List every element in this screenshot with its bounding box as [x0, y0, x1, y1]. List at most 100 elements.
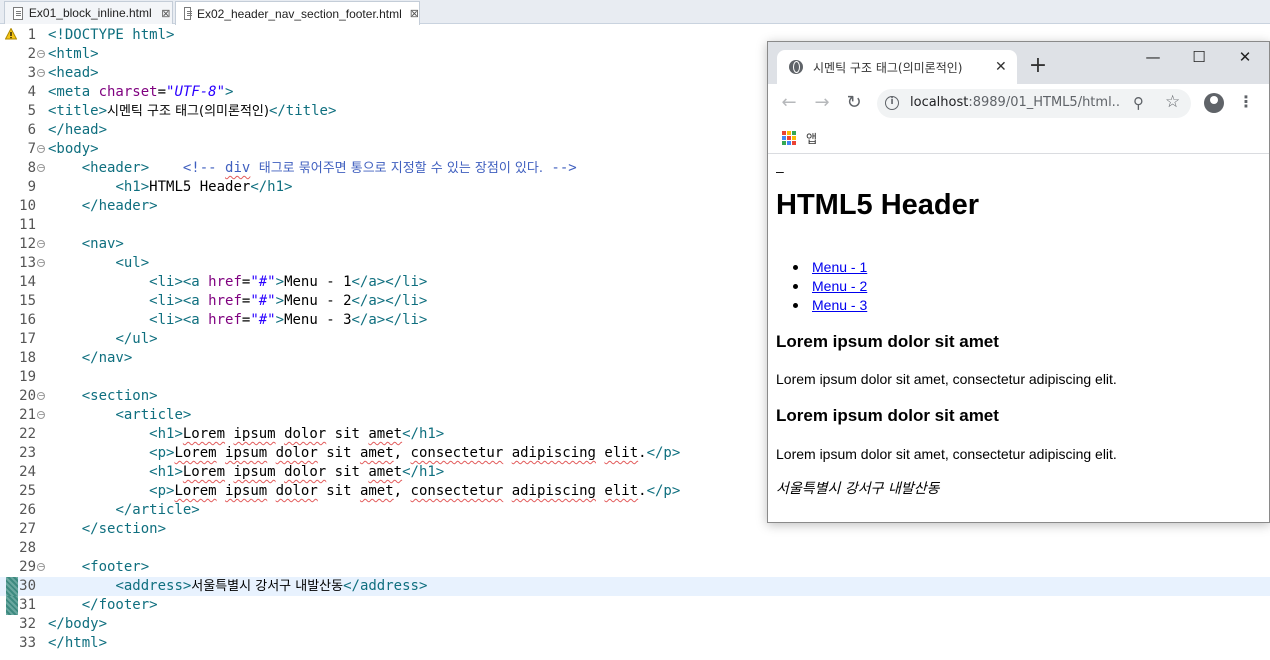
line-number: 17 — [19, 331, 36, 347]
code-token: </address> — [343, 578, 428, 594]
close-window-button[interactable]: ✕ — [1222, 42, 1268, 72]
url-host: localhost — [910, 95, 969, 110]
fold-toggle-icon[interactable]: − — [37, 240, 45, 248]
line-number: 6 — [27, 122, 36, 138]
editor-tab-ex01[interactable]: Ex01_block_inline.html ⊠ — [4, 1, 173, 24]
close-tab-icon[interactable]: ✕ — [995, 59, 1007, 75]
line-number: 19 — [19, 369, 36, 385]
code-token: <li><a — [149, 312, 209, 328]
line-number: 27 — [19, 521, 36, 537]
line-number: 30 — [19, 578, 36, 594]
line-number: 2 — [27, 46, 36, 62]
code-line[interactable]: 29− <footer> — [0, 558, 1270, 577]
code-token: > — [275, 293, 285, 309]
menu-link-2[interactable]: Menu - 2 — [812, 278, 867, 294]
menu-link-1[interactable]: Menu - 1 — [812, 259, 867, 275]
code-token: sit — [317, 445, 360, 461]
line-number: 25 — [19, 483, 36, 499]
code-text: <p>Lorem ipsum dolor sit amet, consectet… — [48, 444, 680, 463]
new-tab-button[interactable]: + — [1027, 54, 1049, 78]
code-text: <html> — [48, 45, 99, 64]
line-number: 11 — [19, 217, 36, 233]
code-text: <title>시멘틱 구조 태그(의미론적인)</title> — [48, 102, 336, 121]
fold-toggle-icon[interactable]: − — [37, 392, 45, 400]
code-line[interactable]: 31 </footer> — [0, 596, 1270, 615]
code-token: > — [275, 312, 285, 328]
code-line[interactable]: 28 — [0, 539, 1270, 558]
fold-toggle-icon[interactable]: − — [37, 164, 45, 172]
forward-button[interactable]: → — [811, 92, 833, 114]
minimize-button[interactable]: — — [1130, 42, 1176, 72]
html-file-icon — [184, 7, 192, 20]
apps-dot — [782, 141, 786, 145]
code-token: sit — [317, 483, 360, 499]
menu-link-3[interactable]: Menu - 3 — [812, 297, 867, 313]
maximize-button[interactable]: ☐ — [1176, 42, 1222, 72]
reload-button[interactable]: ↻ — [843, 92, 865, 114]
code-text: </header> — [48, 197, 158, 216]
page-viewport: – HTML5 Header Menu - 1 Menu - 2 Menu - … — [768, 155, 1269, 522]
apps-grid-icon[interactable] — [782, 131, 796, 145]
address-bar[interactable]: i localhost:8989/01_HTML5/html... ⚲ ☆ — [877, 89, 1191, 118]
browser-tab-title: 시멘틱 구조 태그(의미론적인) — [813, 60, 963, 75]
code-token: Menu - 1 — [284, 274, 352, 290]
browser-tab[interactable]: 시멘틱 구조 태그(의미론적인) ✕ — [777, 50, 1017, 84]
back-button[interactable]: ← — [778, 92, 800, 114]
url-text[interactable]: localhost:8989/01_HTML5/html... — [910, 95, 1120, 110]
code-token: <address> — [115, 578, 192, 594]
line-number: 5 — [27, 103, 36, 119]
fold-toggle-icon[interactable]: − — [37, 145, 45, 153]
apps-dot — [787, 136, 791, 140]
bookmark-star-icon[interactable]: ☆ — [1165, 92, 1180, 112]
close-tab-icon[interactable]: ⊠ — [160, 7, 172, 20]
code-token: <p> — [149, 483, 175, 499]
line-number: 22 — [19, 426, 36, 442]
code-token: amet — [368, 426, 403, 442]
fold-toggle-icon[interactable]: − — [37, 69, 45, 77]
code-token: Lorem — [174, 445, 217, 461]
fold-toggle-icon[interactable]: − — [37, 259, 45, 267]
apps-dot — [782, 136, 786, 140]
code-token: sit — [326, 426, 369, 442]
code-line[interactable]: 33 </html> — [0, 634, 1270, 653]
close-tab-icon[interactable]: ⊠ — [410, 7, 419, 20]
info-icon[interactable]: i — [885, 96, 899, 110]
code-line[interactable]: 32 </body> — [0, 615, 1270, 634]
browser-window: 시멘틱 구조 태그(의미론적인) ✕ + — ☐ ✕ ← → ↻ i local… — [767, 41, 1270, 523]
editor-tab-ex02[interactable]: Ex02_header_nav_section_footer.html ⊠ — [175, 1, 420, 25]
code-token: <!DOCTYPE html> — [48, 27, 175, 43]
code-token: elit — [604, 483, 639, 499]
code-text: <li><a href="#">Menu - 1</a></li> — [48, 273, 427, 292]
profile-icon[interactable] — [1204, 93, 1224, 113]
line-number: 15 — [19, 293, 36, 309]
menu-icon[interactable]: ⋮ — [1238, 92, 1254, 111]
line-number: 8 — [27, 160, 36, 176]
code-token: ipsum — [225, 483, 268, 499]
code-line[interactable]: 30 <address>서울특별시 강서구 내발산동</address> — [0, 577, 1270, 596]
apps-label[interactable]: 앱 — [806, 130, 817, 147]
fold-toggle-icon[interactable]: − — [37, 411, 45, 419]
line-number: 1 — [27, 27, 36, 43]
line-number: 12 — [19, 236, 36, 252]
code-token: elit — [604, 445, 639, 461]
zoom-icon[interactable]: ⚲ — [1133, 94, 1144, 112]
code-token: > — [275, 274, 285, 290]
code-token: ipsum — [225, 445, 268, 461]
fold-toggle-icon[interactable]: − — [37, 50, 45, 58]
article-title-1: Lorem ipsum dolor sit amet — [776, 332, 999, 351]
code-token: <h1> — [149, 464, 183, 480]
code-token: </a></li> — [351, 293, 428, 309]
code-text: </body> — [48, 615, 107, 634]
nav-menu-list: Menu - 1 Menu - 2 Menu - 3 — [776, 258, 867, 315]
line-number: 20 — [19, 388, 36, 404]
code-token: sit — [326, 464, 369, 480]
code-token: </title> — [268, 103, 337, 119]
fold-toggle-icon[interactable]: − — [37, 563, 45, 571]
